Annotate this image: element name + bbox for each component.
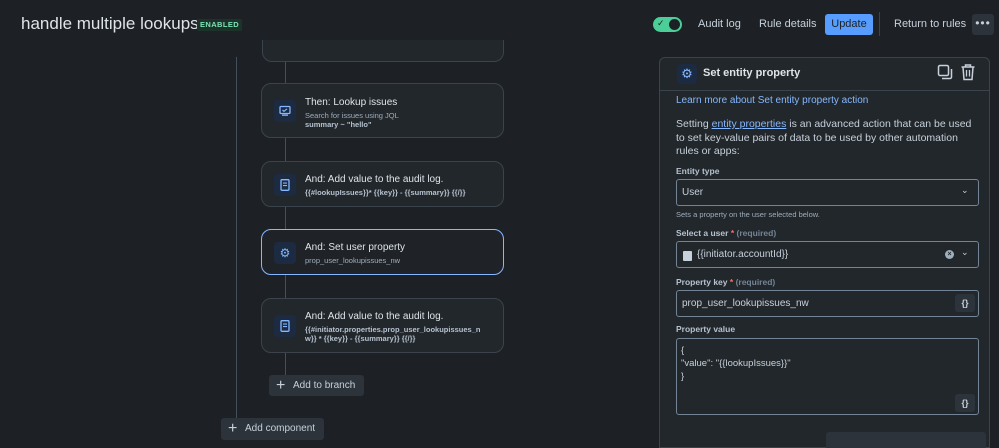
smart-value-button[interactable]: {} [955, 394, 975, 412]
component-title: And: Add value to the audit log. [305, 311, 444, 322]
component-config-panel: ⚙ Set entity property Learn more about S… [659, 57, 990, 448]
add-to-branch-label: Add to branch [293, 380, 356, 391]
rule-enabled-toggle[interactable]: ✓ [653, 17, 682, 32]
component-title: And: Set user property [305, 242, 406, 253]
property-value-textarea[interactable]: { "value": "{{lookupIssues}}" } {} [676, 338, 979, 415]
add-component-button[interactable]: + Add component [221, 418, 324, 440]
rule-title: handle multiple lookups [21, 14, 199, 33]
toggle-knob [669, 19, 680, 30]
gear-icon: ⚙ [677, 64, 697, 84]
user-avatar [683, 251, 692, 261]
component-subtitle: Search for issues using JQL [305, 111, 399, 120]
component-detail: summary ~ "hello" [305, 120, 372, 129]
component-card-audit-log-2[interactable]: And: Add value to the audit log. {{#init… [261, 298, 504, 353]
gear-icon: ⚙ [274, 242, 296, 264]
select-user-value: {{initiator.accountId}} [697, 249, 789, 260]
required-text: (required) [735, 277, 776, 287]
more-options-button[interactable]: ••• [972, 14, 994, 35]
json-line: { [681, 345, 685, 356]
required-asterisk: * [729, 277, 734, 287]
add-component-label: Add component [245, 423, 316, 434]
select-user-label: Select a user * (required) [676, 228, 776, 238]
component-card-set-user-property[interactable]: ⚙ And: Set user property prop_user_looku… [261, 229, 504, 275]
property-value-label: Property value [676, 324, 736, 334]
action-description: Setting entity properties is an advanced… [676, 118, 976, 159]
previous-component-card[interactable] [262, 40, 504, 62]
component-title: Then: Lookup issues [305, 97, 398, 108]
component-title: And: Add value to the audit log. [305, 174, 444, 185]
select-user-field[interactable]: {{initiator.accountId}} × ⌄ [676, 241, 979, 268]
component-detail: {{#initiator.properties.prop_user_lookup… [305, 325, 481, 334]
add-to-branch-button[interactable]: + Add to branch [269, 375, 364, 396]
return-to-rules-button[interactable]: Return to rules [888, 14, 972, 35]
panel-header: ⚙ Set entity property [660, 58, 989, 90]
required-text: (required) [736, 228, 777, 238]
component-card-audit-log-1[interactable]: And: Add value to the audit log. {{#look… [261, 161, 504, 207]
smart-value-button[interactable]: {} [955, 294, 975, 312]
panel-title: Set entity property [703, 67, 801, 79]
json-line: } [681, 371, 685, 382]
learn-more-link[interactable]: Learn more about Set entity property act… [676, 95, 868, 106]
panel-divider [660, 90, 989, 91]
property-key-value: prop_user_lookupissues_nw [682, 298, 809, 309]
component-detail: {{#lookupIssues}}* {{key}} - {{summary}}… [305, 188, 466, 197]
copy-icon[interactable] [937, 64, 953, 80]
entity-type-hint: Sets a property on the user selected bel… [676, 210, 820, 219]
main-flow-line [236, 57, 237, 427]
check-icon: ✓ [657, 18, 665, 28]
audit-log-button[interactable]: Audit log [692, 14, 747, 35]
update-button[interactable]: Update [825, 14, 873, 35]
entity-type-select[interactable]: User ⌄ [676, 179, 979, 206]
component-detail: prop_user_lookupissues_nw [305, 256, 401, 265]
json-line: "value": "{{lookupIssues}}" [681, 358, 791, 369]
header-divider [879, 12, 880, 36]
desc-prefix: Setting [676, 118, 712, 130]
document-icon [274, 315, 296, 337]
panel-footer-button[interactable] [826, 432, 986, 448]
property-key-label-text: Property key [676, 277, 728, 287]
document-icon [274, 174, 296, 196]
clear-icon[interactable]: × [945, 250, 954, 259]
trash-icon[interactable] [960, 63, 976, 81]
chevron-down-icon: ⌄ [961, 185, 969, 195]
entity-properties-link[interactable]: entity properties [712, 118, 787, 130]
select-user-label-text: Select a user [676, 228, 729, 238]
property-key-input[interactable]: prop_user_lookupissues_nw {} [676, 290, 979, 317]
component-card-lookup-issues[interactable]: Then: Lookup issues Search for issues us… [261, 83, 504, 138]
required-asterisk: * [730, 228, 735, 238]
component-detail-cont: w}} * {{key}} - {{summary}} {{/}} [305, 334, 416, 343]
plus-icon: + [276, 377, 286, 394]
property-key-label: Property key * (required) [676, 277, 775, 287]
status-badge: ENABLED [197, 19, 243, 31]
lookup-icon [274, 100, 296, 122]
rule-details-button[interactable]: Rule details [753, 14, 822, 35]
entity-type-value: User [682, 187, 704, 198]
entity-type-label: Entity type [676, 166, 720, 176]
chevron-down-icon: ⌄ [961, 247, 969, 257]
plus-icon: + [228, 420, 238, 437]
